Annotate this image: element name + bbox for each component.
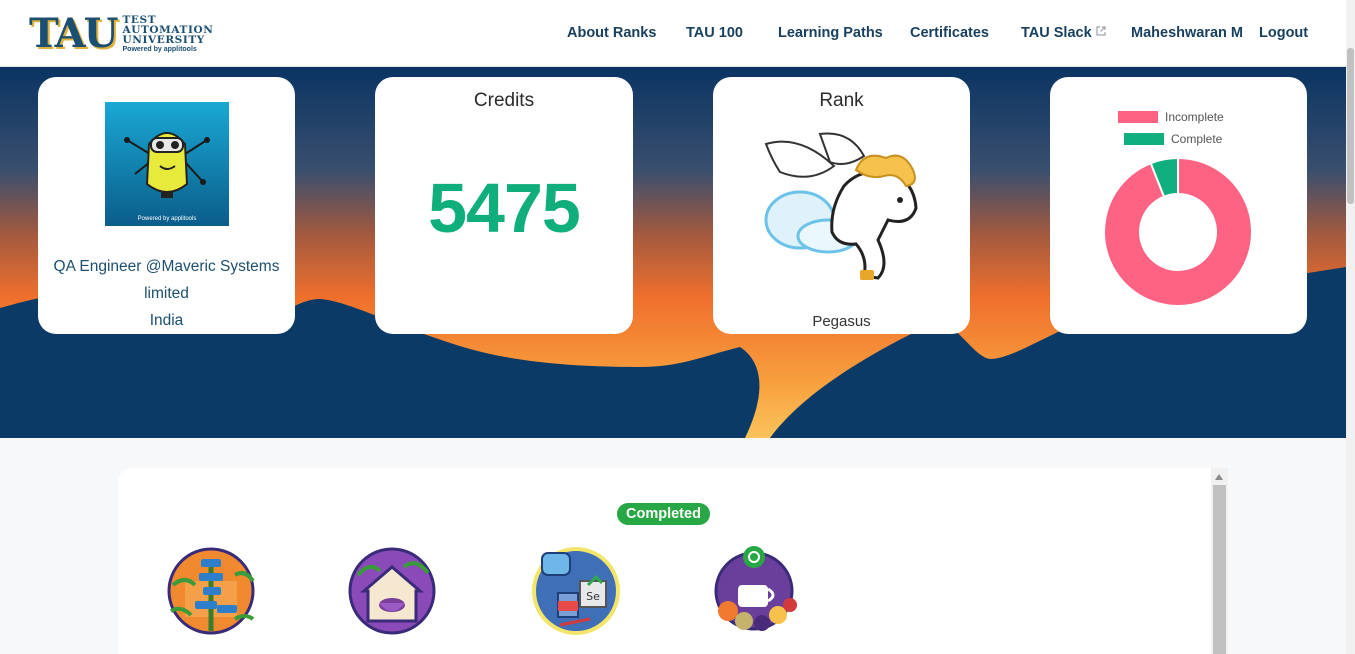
legend-swatch-incomplete [1118, 111, 1158, 123]
svg-text:Se: Se [586, 590, 600, 603]
pegasus-icon [764, 132, 918, 280]
legend-item-incomplete[interactable]: Incomplete [1118, 110, 1224, 124]
logo-powered-by: Powered by applitools [122, 45, 197, 53]
nav-learning-paths[interactable]: Learning Paths [778, 24, 883, 42]
legend-swatch-complete [1124, 133, 1164, 145]
avatar-powered-by: Powered by applitools [137, 216, 197, 222]
tau-logo[interactable]: TAU TEST AUTOMATION UNIVERSITY Powered b… [29, 13, 213, 55]
nav-logout[interactable]: Logout [1259, 24, 1308, 42]
profile-country: India [149, 312, 184, 329]
nav-tau-100[interactable]: TAU 100 [686, 24, 743, 42]
completed-courses-panel [118, 468, 1228, 654]
profile-job-title-cont: limited [144, 285, 189, 302]
nav-user-profile[interactable]: Maheshwaran M [1131, 24, 1243, 42]
credits-value: 5475 [428, 169, 581, 247]
logo-line-1: TEST [122, 13, 157, 26]
logo-wordmark: TEST AUTOMATION UNIVERSITY Powered by ap… [122, 13, 214, 54]
scroll-up-arrow-icon[interactable] [1215, 474, 1223, 480]
nav-certificates[interactable]: Certificates [910, 24, 989, 42]
panel-scrollbar[interactable] [1211, 468, 1228, 654]
profile-job-title: QA Engineer @Maveric Systems [53, 258, 280, 275]
external-link-icon [1096, 26, 1106, 36]
logo-mark: TAU [29, 10, 118, 57]
page-scrollbar-thumb[interactable] [1347, 48, 1354, 204]
logo-line-2: AUTOMATION [122, 23, 214, 36]
tea-house-badge-icon[interactable] [346, 545, 438, 637]
nav-tau-slack[interactable]: TAU Slack [1021, 24, 1106, 42]
page-scrollbar[interactable] [1346, 0, 1355, 654]
top-navbar: TAU TEST AUTOMATION UNIVERSITY Powered b… [0, 0, 1346, 67]
logo-line-3: UNIVERSITY [122, 33, 205, 46]
code-tree-badge-icon[interactable] [165, 545, 257, 637]
legend-label-complete: Complete [1171, 132, 1223, 146]
credits-title: Credits [473, 90, 535, 111]
nav-about-ranks[interactable]: About Ranks [567, 24, 656, 42]
robot-avatar-icon [124, 132, 210, 198]
rank-name: Pegasus [812, 313, 871, 330]
rank-title: Rank [819, 90, 864, 111]
progress-donut-chart [1104, 158, 1252, 306]
legend-label-incomplete: Incomplete [1165, 110, 1224, 124]
scrollbar-thumb[interactable] [1213, 485, 1226, 654]
avatar[interactable]: Powered by applitools [105, 102, 229, 226]
completed-status-badge: Completed [617, 503, 710, 525]
robot-selenium-badge-icon[interactable]: Se [530, 545, 622, 637]
legend-item-complete[interactable]: Complete [1124, 132, 1222, 146]
cucumber-coffee-badge-icon[interactable] [708, 545, 800, 637]
nav-tau-slack-label: TAU Slack [1021, 25, 1092, 41]
